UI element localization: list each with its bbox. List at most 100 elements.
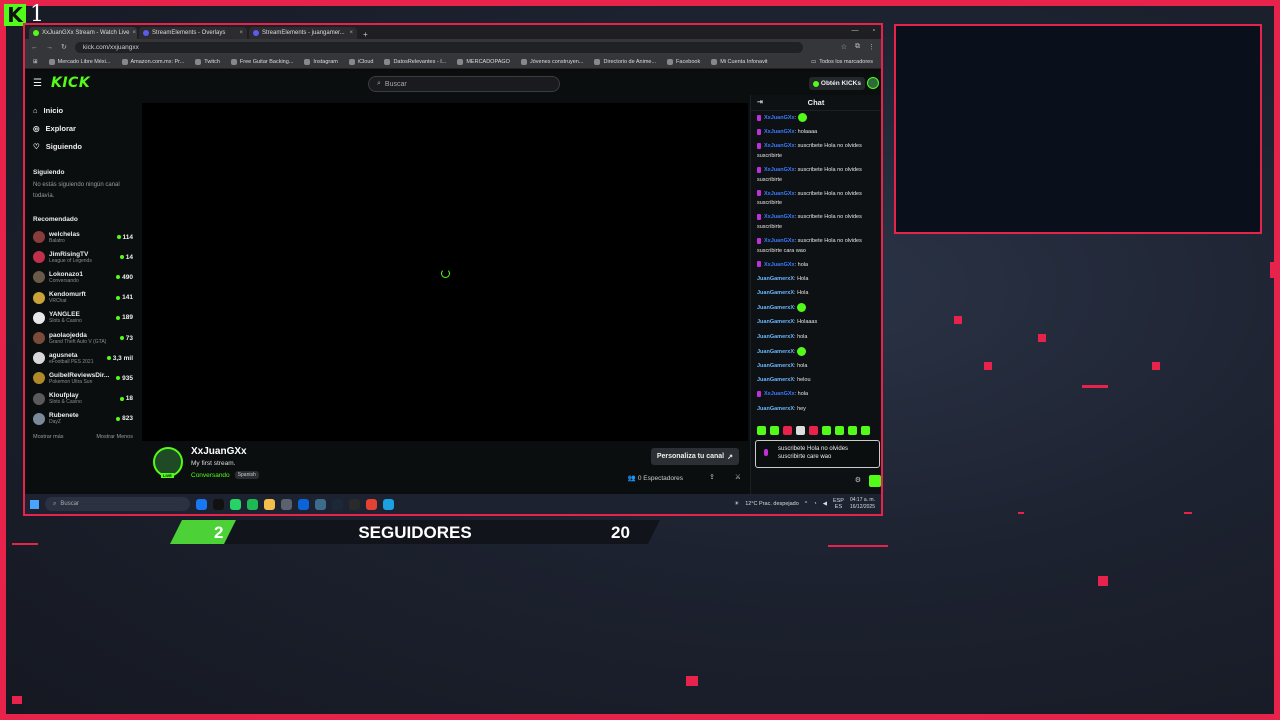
chat-username[interactable]: JuanGamerxX (757, 377, 794, 383)
gear-icon[interactable]: ⚙ (855, 476, 861, 484)
close-icon[interactable]: × (239, 30, 243, 36)
minimize-icon[interactable]: — (852, 27, 859, 34)
reload-icon[interactable]: ↻ (61, 43, 67, 51)
chat-username[interactable]: XxJuanGXx (764, 129, 795, 135)
star-icon[interactable]: ☆ (841, 43, 847, 51)
taskbar-search[interactable]: ⌕ Buscar (45, 497, 190, 511)
tab-streamelements-overlays[interactable]: StreamElements - Overlays × (139, 27, 247, 39)
close-icon[interactable]: × (349, 30, 353, 36)
forward-icon[interactable]: → (46, 44, 53, 51)
sidebar-item-recommended[interactable]: Kloufplay Slots & Casino 18 (33, 389, 133, 409)
spotify-icon[interactable] (247, 498, 258, 510)
emote-icon[interactable] (848, 426, 857, 435)
menu-icon[interactable]: ☰ (33, 78, 45, 89)
bookmark-item[interactable]: Mi Cuenta Infonavit (711, 58, 768, 65)
emote-icon[interactable] (783, 426, 792, 435)
emote-icon[interactable] (770, 426, 779, 435)
customize-channel-button[interactable]: Personaliza tu canal ↗ (650, 448, 739, 465)
extensions-icon[interactable]: ⧉ (855, 43, 860, 51)
collapse-chat-icon[interactable]: ⇥ (757, 98, 763, 106)
emote-icon[interactable] (757, 426, 766, 435)
sidebar-item-inicio[interactable]: ⌂ Inicio (33, 101, 133, 119)
stream-category[interactable]: Conversando (191, 472, 230, 479)
chat-username[interactable]: XxJuanGXx (764, 191, 795, 197)
tab-kick-stream[interactable]: XxJuanGXx Stream - Watch Live × (29, 27, 137, 39)
sidebar-item-explorar[interactable]: ◎ Explorar (33, 119, 133, 137)
emote-icon[interactable] (809, 426, 818, 435)
chat-username[interactable]: JuanGamerxX (757, 334, 794, 340)
language-indicator[interactable]: ESP ES (833, 498, 844, 510)
clock[interactable]: 04:17 a. m. 16/12/2025 (850, 497, 875, 511)
sidebar-item-siguiendo[interactable]: ♡ Siguiendo (33, 137, 133, 155)
facebook-icon[interactable] (196, 498, 207, 510)
chat-username[interactable]: JuanGamerxX (757, 305, 794, 311)
video-player[interactable] (142, 103, 748, 441)
show-more-button[interactable]: Mostrar más (33, 434, 64, 440)
sidebar-item-recommended[interactable]: Rubenete DayZ 823 (33, 409, 133, 429)
sidebar-item-recommended[interactable]: GuibelReviewsDir... Pokemon Ultra Sun 935 (33, 368, 133, 388)
chat-username[interactable]: XxJuanGXx (764, 262, 795, 268)
chat-username[interactable]: XxJuanGXx (764, 238, 795, 244)
send-button[interactable] (869, 475, 881, 487)
bookmark-item[interactable]: Twitch (195, 58, 220, 65)
url-input[interactable]: kick.com/xxjuangxx (74, 41, 803, 53)
chat-username[interactable]: XxJuanGXx (764, 115, 795, 121)
sidebar-item-recommended[interactable]: YANGLEE Slots & Casino 189 (33, 308, 133, 328)
maximize-icon[interactable]: ▫ (873, 27, 875, 34)
bookmark-item[interactable]: Instagram (304, 58, 338, 65)
volume-icon[interactable]: ◀ (823, 501, 827, 507)
channel-name[interactable]: XxJuanGXx (191, 446, 247, 457)
chat-username[interactable]: XxJuanGXx (764, 167, 795, 173)
mail-icon[interactable] (298, 498, 309, 510)
chat-username[interactable]: JuanGamerxX (757, 349, 794, 355)
all-bookmarks-button[interactable]: ▭ Todos los marcadores (811, 59, 873, 65)
wifi-icon[interactable]: ◔ (813, 501, 816, 507)
chrome-icon[interactable] (366, 498, 377, 510)
obs-icon[interactable] (349, 498, 360, 510)
tab-streamelements-user[interactable]: StreamElements - juangamer... × (249, 27, 357, 39)
menu-icon[interactable]: ⋮ (868, 43, 875, 51)
bookmark-item[interactable]: Directorio de Anime... (594, 58, 656, 65)
bookmark-item[interactable]: iCloud (348, 58, 373, 65)
sidebar-item-recommended[interactable]: JimRisingTV League of Legends 14 (33, 247, 133, 267)
search-input[interactable]: ⌕ Buscar (368, 76, 560, 92)
get-kicks-button[interactable]: Obtén KICKs (808, 77, 865, 90)
chat-username[interactable]: XxJuanGXx (764, 214, 795, 220)
mod-shield-icon[interactable]: ⚔ (735, 473, 741, 481)
chat-username[interactable]: JuanGamerxX (757, 363, 794, 369)
back-icon[interactable]: ← (31, 44, 38, 51)
sidebar-item-recommended[interactable]: agusneta eFootball PES 2021 3,3 mil (33, 348, 133, 368)
store-icon[interactable] (281, 498, 292, 510)
bookmark-item[interactable]: Free Guitar Backing... (230, 58, 293, 65)
emote-icon[interactable] (796, 426, 805, 435)
chevron-up-icon[interactable]: ^ (805, 501, 808, 507)
apps-grid-icon[interactable]: ⊞ (33, 59, 38, 65)
windows-start-icon[interactable] (30, 499, 39, 509)
edge-icon[interactable] (383, 498, 394, 510)
user-avatar[interactable] (867, 77, 879, 89)
bookmark-item[interactable]: DatosRelevantes - I... (384, 58, 446, 65)
kick-logo[interactable]: KICK (51, 75, 90, 91)
weather-text[interactable]: 12°C Prac. despejado (745, 501, 799, 507)
file-explorer-icon[interactable] (264, 498, 275, 510)
chat-username[interactable]: XxJuanGXx (764, 143, 795, 149)
sidebar-item-recommended[interactable]: welchelas Balatro 114 (33, 227, 133, 247)
steam-icon[interactable] (332, 498, 343, 510)
bookmark-item[interactable]: Jóvenes construyen... (520, 58, 583, 65)
chat-username[interactable]: JuanGamerxX (757, 290, 794, 296)
emote-icon[interactable] (822, 426, 831, 435)
app-icon[interactable] (315, 498, 326, 510)
show-less-button[interactable]: Mostrar Menos (96, 434, 133, 440)
sidebar-item-recommended[interactable]: Kendomurft VRChat 141 (33, 288, 133, 308)
tiktok-icon[interactable] (213, 498, 224, 510)
new-tab-button[interactable]: + (359, 30, 372, 39)
whatsapp-icon[interactable] (230, 498, 241, 510)
chat-username[interactable]: JuanGamerxX (757, 319, 794, 325)
emote-icon[interactable] (861, 426, 870, 435)
bookmark-item[interactable]: Facebook (667, 58, 700, 65)
emote-icon[interactable] (835, 426, 844, 435)
sidebar-item-recommended[interactable]: paolaojedda Grand Theft Auto V (GTA) 73 (33, 328, 133, 348)
bookmark-item[interactable]: Amazon.com.mx: Pr... (121, 58, 184, 65)
bookmark-item[interactable]: Mercado Libre Méxi... (48, 58, 111, 65)
chat-username[interactable]: JuanGamerxX (757, 276, 794, 282)
